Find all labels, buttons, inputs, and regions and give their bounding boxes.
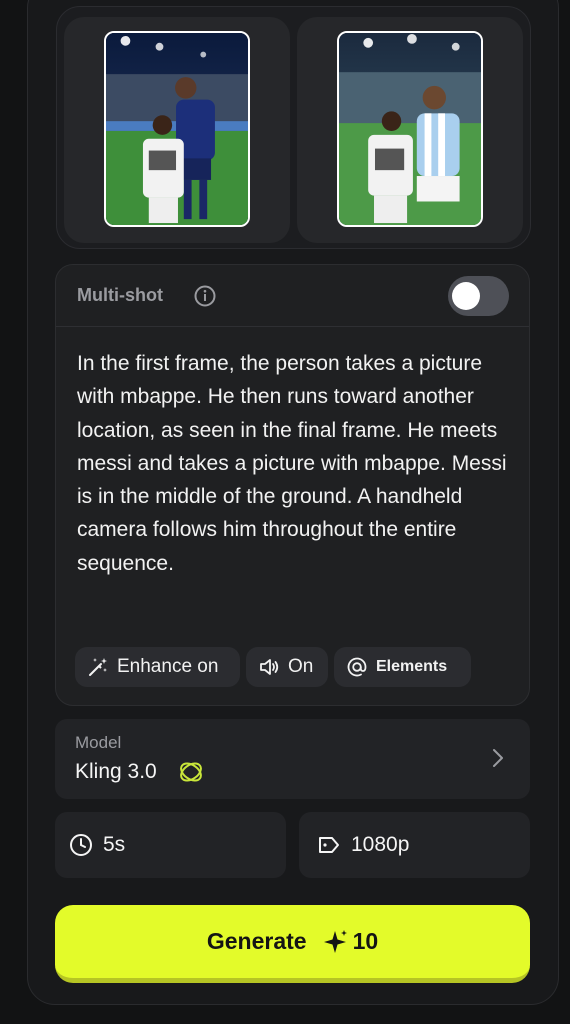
duration-selector[interactable]: 5s bbox=[55, 812, 286, 878]
first-frame-slot[interactable] bbox=[64, 17, 290, 243]
multishot-label: Multi-shot bbox=[77, 285, 163, 305]
info-icon[interactable] bbox=[194, 285, 216, 307]
last-frame-image[interactable] bbox=[337, 31, 483, 227]
multishot-toggle[interactable] bbox=[448, 276, 509, 316]
sound-label: On bbox=[288, 656, 314, 677]
prompt-textarea[interactable]: In the first frame, the person takes a p… bbox=[77, 347, 517, 580]
chevron-right-icon bbox=[493, 749, 503, 767]
model-selector[interactable]: Model Kling 3.0 bbox=[55, 719, 530, 799]
resolution-selector[interactable]: 1080p bbox=[299, 812, 530, 878]
last-frame-slot[interactable] bbox=[297, 17, 523, 243]
model-label: Model bbox=[75, 733, 122, 752]
model-value: Kling 3.0 bbox=[75, 760, 157, 783]
at-sign-icon bbox=[347, 657, 367, 677]
enhance-chip[interactable]: Enhance on bbox=[75, 647, 240, 687]
duration-value: 5s bbox=[103, 833, 126, 856]
multishot-row: Multi-shot bbox=[56, 265, 529, 327]
elements-label: Elements bbox=[376, 658, 448, 675]
sparkle-icon bbox=[323, 929, 347, 953]
first-frame-image[interactable] bbox=[104, 31, 250, 227]
resolution-value: 1080p bbox=[351, 833, 410, 856]
magic-wand-icon bbox=[89, 658, 107, 676]
sound-chip[interactable]: On bbox=[246, 647, 328, 687]
generate-cost: 10 bbox=[321, 927, 379, 957]
enhance-label: Enhance on bbox=[117, 656, 219, 677]
frames-container bbox=[56, 6, 531, 249]
generate-cost-value: 10 bbox=[352, 928, 379, 954]
clock-icon bbox=[70, 834, 92, 856]
speaker-icon bbox=[260, 659, 279, 675]
generate-label: Generate bbox=[206, 928, 307, 954]
kling-logo-icon bbox=[180, 762, 202, 782]
tag-icon bbox=[319, 837, 339, 853]
toggle-knob bbox=[452, 282, 480, 310]
elements-chip[interactable]: Elements bbox=[334, 647, 471, 687]
generate-button[interactable]: Generate 10 bbox=[55, 905, 530, 983]
prompt-card: Multi-shot In the first frame, the perso… bbox=[55, 264, 530, 706]
